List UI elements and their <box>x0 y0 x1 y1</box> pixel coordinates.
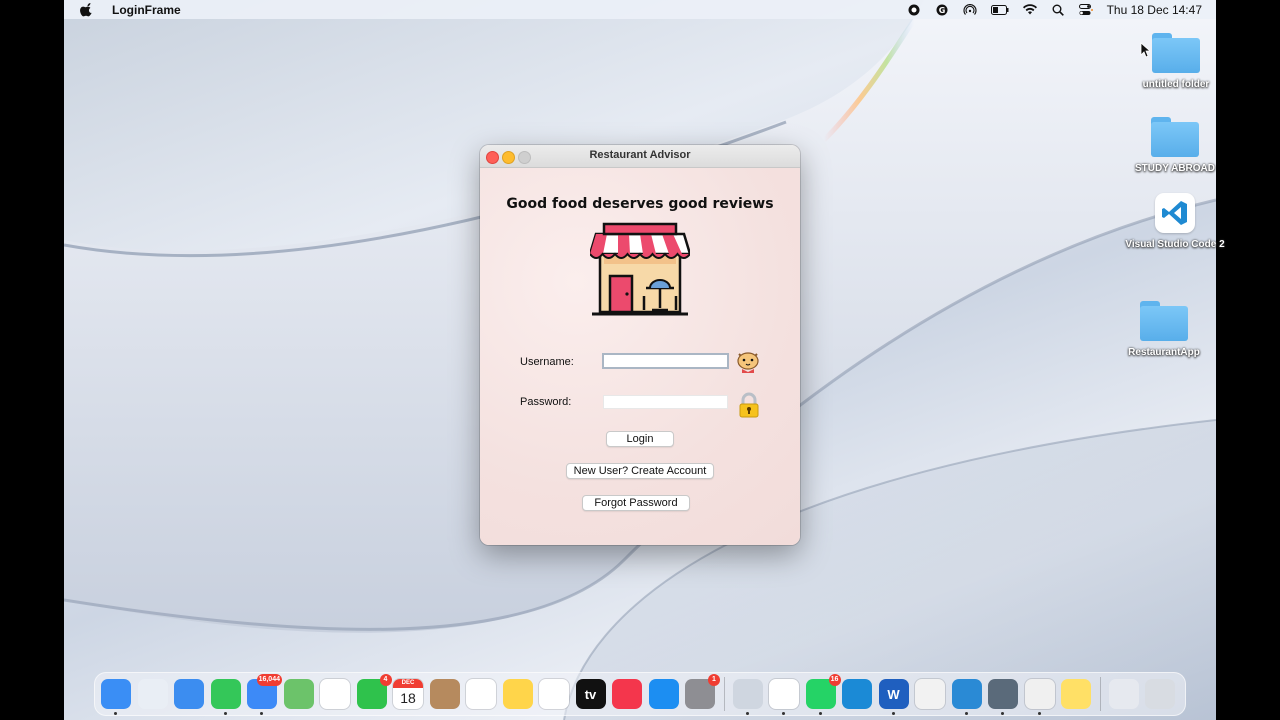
dock-trash-icon[interactable] <box>1145 679 1175 709</box>
dock-safari-icon[interactable] <box>174 679 204 709</box>
menu-clock[interactable]: Thu 18 Dec 14:47 <box>1107 3 1202 17</box>
create-account-button[interactable]: New User? Create Account <box>566 463 714 479</box>
desktop-icon-label: STUDY ABROAD <box>1134 163 1215 174</box>
folder-icon <box>1152 33 1200 73</box>
dock-music-icon[interactable] <box>612 679 642 709</box>
dock-freeform-icon[interactable] <box>539 679 569 709</box>
calendar-month: DEC <box>393 679 423 688</box>
forgot-password-button[interactable]: Forgot Password <box>582 495 690 511</box>
dock-system-settings-icon[interactable]: 1 <box>685 674 720 709</box>
running-indicator <box>114 712 117 715</box>
dock-contacts-icon[interactable] <box>429 679 460 709</box>
dock-icon-glyph: tv <box>584 686 597 702</box>
notification-badge: 16,044 <box>256 674 282 686</box>
dock-mail-icon[interactable]: 16,044 <box>247 674 282 715</box>
desktop-icon-label: untitled folder <box>1142 79 1210 90</box>
menu-bar: LoginFrame G Thu 18 Dec 14:47 <box>64 0 1216 19</box>
notification-badge: 16 <box>828 674 841 686</box>
folder-icon <box>1140 301 1188 341</box>
notification-badge: 4 <box>379 674 392 686</box>
spotlight-search-icon[interactable] <box>1051 4 1065 16</box>
dock-preview-icon[interactable] <box>732 679 763 715</box>
notification-badge: 1 <box>708 674 720 686</box>
dock-whatsapp-icon[interactable]: 16 <box>805 674 841 715</box>
dock-facetime-icon[interactable]: 4 <box>356 674 392 709</box>
dock-edge-icon[interactable] <box>842 679 872 709</box>
menu-extras: G Thu 18 Dec 14:47 <box>907 0 1202 19</box>
running-indicator <box>223 712 227 715</box>
running-indicator <box>1037 712 1041 715</box>
desktop-icon-label: Visual Studio Code 2 <box>1125 239 1225 250</box>
airdrop-icon[interactable] <box>963 3 977 16</box>
dock-word-icon[interactable]: W <box>878 679 909 715</box>
cat-icon <box>737 352 759 373</box>
running-indicator <box>260 712 263 715</box>
running-indicator <box>818 712 822 715</box>
dock-chrome-icon[interactable] <box>769 679 799 715</box>
dock-app-store-icon[interactable] <box>648 679 679 709</box>
dock-vscode-icon[interactable] <box>951 679 982 715</box>
username-input[interactable] <box>602 353 729 369</box>
dock-calendar-icon[interactable]: DEC 18 <box>393 679 423 709</box>
window-titlebar[interactable]: Restaurant Advisor <box>480 145 800 168</box>
running-indicator <box>745 712 749 715</box>
login-button[interactable]: Login <box>606 431 674 447</box>
dock-quicktime-icon[interactable] <box>988 679 1018 715</box>
dock-notes-icon[interactable] <box>502 679 533 709</box>
login-window: Restaurant Advisor Good food deserves go… <box>480 145 800 545</box>
password-input[interactable] <box>603 395 728 409</box>
running-indicator <box>782 712 785 715</box>
login-panel: Good food deserves good reviews Username… <box>480 168 800 545</box>
app-name-menu[interactable]: LoginFrame <box>112 3 181 17</box>
lock-icon <box>739 392 759 418</box>
restaurant-storefront-icon <box>590 222 690 316</box>
battery-icon[interactable] <box>990 4 1009 16</box>
apple-icon[interactable] <box>80 2 94 17</box>
desktop-icon-label: RestaurantApp <box>1128 347 1200 358</box>
dock-messages-icon[interactable] <box>210 679 241 715</box>
svg-text:G: G <box>938 6 945 15</box>
tagline-heading: Good food deserves good reviews <box>506 196 774 212</box>
dock-launchpad-icon[interactable] <box>137 679 168 709</box>
dock-downloads-stack-icon[interactable] <box>1108 679 1139 709</box>
dock-photos-icon[interactable] <box>320 679 350 709</box>
desktop-folder-study-abroad[interactable]: STUDY ABROAD <box>1125 117 1225 174</box>
dock-java-icon[interactable] <box>1024 679 1055 715</box>
username-label: Username: <box>520 356 574 368</box>
running-indicator <box>964 712 968 715</box>
dock-textedit-icon[interactable] <box>915 679 945 709</box>
dock-icon-glyph: W <box>887 686 900 702</box>
dock-finder-icon[interactable] <box>101 679 131 715</box>
dock-apple-tv-icon[interactable]: tv <box>575 679 606 709</box>
dock-icon-glyph: 18 <box>400 689 416 706</box>
record-icon[interactable] <box>907 4 921 16</box>
running-indicator <box>1001 712 1004 715</box>
desktop-folder-restaurantapp[interactable]: RestaurantApp <box>1114 301 1214 358</box>
dock-reminders-icon[interactable] <box>466 679 496 709</box>
dock-notes-2-icon[interactable] <box>1061 679 1091 709</box>
wifi-icon[interactable] <box>1022 3 1037 16</box>
dock: 16,044 4 DEC 18 tv 1 16 W <box>94 672 1186 716</box>
folder-icon <box>1151 117 1199 157</box>
control-center-icon[interactable] <box>1078 3 1093 16</box>
desktop-app-vscode[interactable]: Visual Studio Code 2 <box>1125 193 1225 250</box>
vscode-icon <box>1155 193 1195 233</box>
mouse-pointer-icon <box>1140 42 1150 58</box>
dock-maps-icon[interactable] <box>283 679 314 709</box>
window-title: Restaurant Advisor <box>589 149 691 161</box>
running-indicator <box>891 712 895 715</box>
dock-separator <box>723 677 725 711</box>
dock-separator <box>1099 677 1101 711</box>
grammarly-icon[interactable]: G <box>935 4 949 16</box>
password-label: Password: <box>520 396 572 408</box>
